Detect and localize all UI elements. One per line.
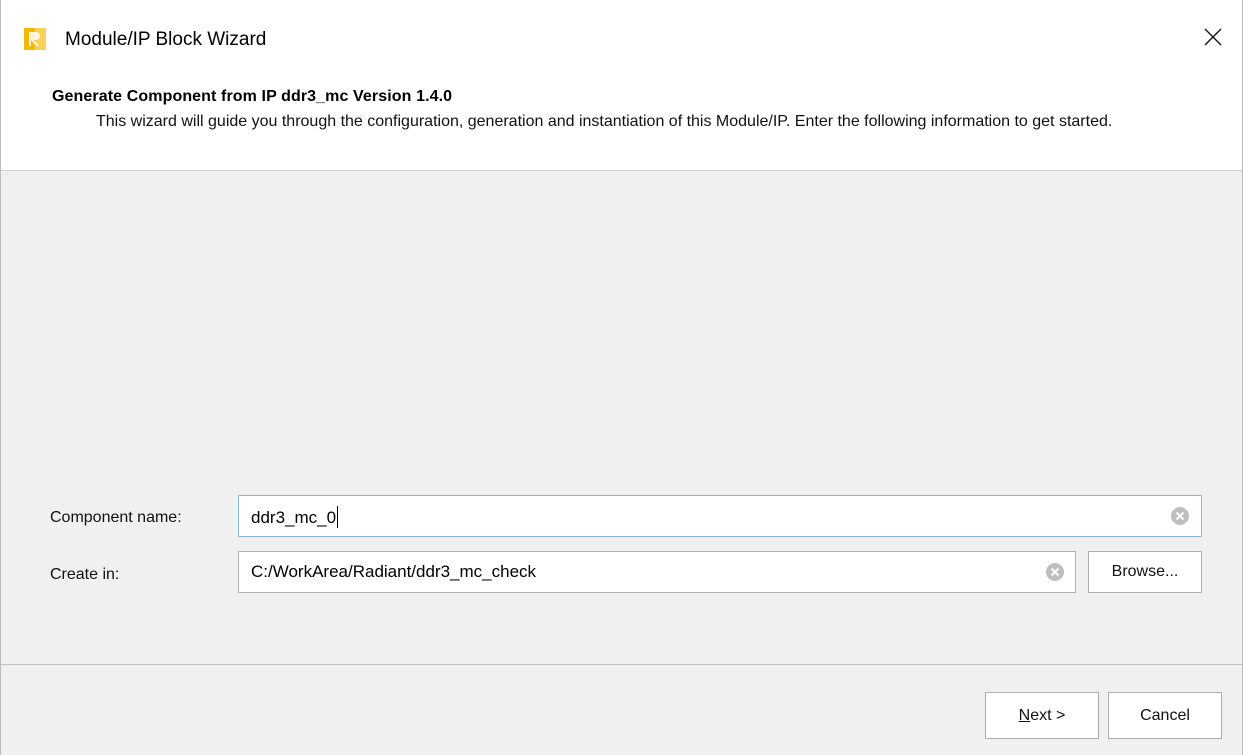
browse-button[interactable]: Browse... bbox=[1088, 551, 1202, 593]
clear-circle-icon[interactable] bbox=[1045, 562, 1065, 582]
radiant-app-icon bbox=[24, 28, 46, 50]
cancel-button[interactable]: Cancel bbox=[1108, 692, 1222, 739]
next-mnemonic: N bbox=[1018, 706, 1031, 724]
wizard-window: Module/IP Block Wizard Generate Componen… bbox=[0, 0, 1243, 755]
create-in-value: C:/WorkArea/Radiant/ddr3_mc_check bbox=[251, 562, 537, 581]
close-button[interactable] bbox=[1184, 14, 1242, 64]
component-name-value: ddr3_mc_0 bbox=[251, 506, 339, 528]
next-label: ext > bbox=[1030, 706, 1066, 724]
footer-divider bbox=[1, 664, 1242, 665]
wizard-header: Generate Component from IP ddr3_mc Versi… bbox=[1, 78, 1242, 171]
window-title: Module/IP Block Wizard bbox=[65, 29, 267, 50]
create-in-field[interactable]: C:/WorkArea/Radiant/ddr3_mc_check bbox=[238, 551, 1076, 593]
component-name-label: Component name: bbox=[50, 509, 182, 526]
header-title: Generate Component from IP ddr3_mc Versi… bbox=[52, 88, 453, 105]
next-button[interactable]: Next > bbox=[985, 692, 1099, 739]
create-in-label: Create in: bbox=[50, 566, 120, 583]
title-bar: Module/IP Block Wizard bbox=[1, 0, 1242, 78]
header-description: This wizard will guide you through the c… bbox=[96, 113, 1113, 130]
clear-circle-icon[interactable] bbox=[1170, 506, 1190, 526]
close-icon bbox=[1204, 28, 1222, 50]
text-caret bbox=[337, 506, 339, 528]
component-name-field[interactable]: ddr3_mc_0 bbox=[238, 495, 1202, 537]
